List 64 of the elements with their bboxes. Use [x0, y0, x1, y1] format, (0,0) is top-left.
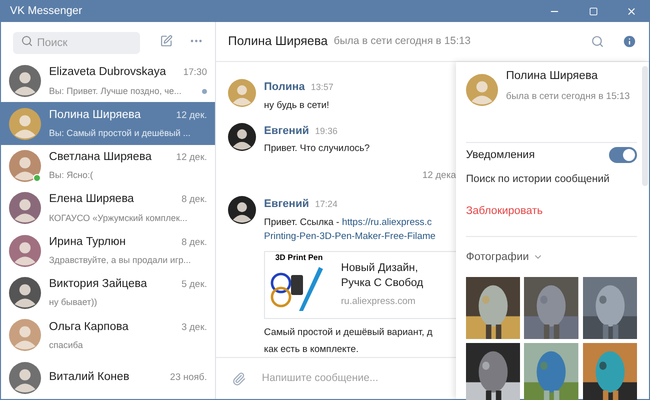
message-preview: Здравствуйте, а вы продали игр...	[49, 254, 191, 268]
contact-name: Виталий Конев	[49, 370, 130, 386]
profile-name: Полина Ширяева	[506, 69, 599, 84]
author-name[interactable]: Евгений	[264, 196, 309, 213]
scrollbar[interactable]	[642, 66, 648, 186]
dialog-time: 12 дек.	[176, 151, 207, 166]
chat-status: была в сети сегодня в 15:13	[334, 34, 472, 49]
author-name[interactable]: Евгений	[264, 122, 309, 139]
dialog-time: 23 нояб.	[170, 371, 207, 386]
setting-label: Уведомления	[466, 148, 535, 163]
window-title: VK Messenger	[10, 4, 84, 19]
dialog-time: 17:30	[183, 66, 207, 80]
message-preview: Вы: Самый простой и дешёвый ...	[49, 126, 190, 140]
contact-name: Светлана Ширяева	[49, 150, 152, 166]
attach-icon[interactable]	[232, 372, 246, 386]
dialog-time: 8 дек.	[181, 193, 207, 208]
message-text: Привет. Ссылка -	[264, 216, 340, 230]
info-icon[interactable]	[622, 34, 637, 49]
close-icon[interactable]	[626, 6, 637, 16]
maximize-icon[interactable]	[589, 6, 598, 16]
contact-name: Полина Ширяева	[49, 108, 141, 123]
message-text: как есть в комплекте.	[264, 342, 360, 357]
photos-label[interactable]: Фотографии	[466, 248, 529, 266]
contact-name: Виктория Зайцева	[49, 277, 148, 292]
image-caption: 3D Print Pen	[275, 252, 323, 263]
message-text: Привет. Что случилось?	[264, 142, 370, 156]
profile-status: была в сети сегодня в 15:13	[506, 90, 630, 104]
message-text: ну будь в сети!	[264, 98, 330, 112]
notifications-toggle[interactable]	[609, 147, 637, 164]
avatar	[466, 74, 498, 106]
message-preview: спасиба	[49, 338, 83, 352]
search-icon	[21, 35, 33, 47]
message-preview: Вы: Привет. Лучше поздно, че...	[49, 84, 182, 98]
search-icon[interactable]	[591, 35, 604, 48]
contact-name: Ольга Карпова	[49, 320, 129, 335]
chat-title: Полина Ширяева	[228, 33, 328, 50]
link-preview-card[interactable]: 3D Print Pen Новый Дизайн, Ручка С Свобод ru.aliexpress.com	[264, 250, 456, 319]
message-preview: КОГАУСО «Уржумский комплек...	[49, 212, 188, 225]
dialog-time: 12 дек.	[176, 108, 207, 123]
history-search-link[interactable]: Поиск по истории сообщений	[466, 164, 637, 196]
card-title: Ручка С Свобод	[341, 276, 424, 291]
date-separator: 12 дека	[422, 169, 456, 183]
message-preview: Вы: Ясно:(	[49, 169, 93, 182]
card-domain: ru.aliexpress.com	[341, 294, 416, 309]
contact-name: Elizaveta Dubrovskaya	[49, 65, 166, 80]
contact-name: Ирина Турлюн	[49, 234, 126, 250]
compose-icon[interactable]	[160, 34, 173, 48]
block-link[interactable]: Заблокировать	[466, 195, 637, 228]
card-title: Новый Дизайн,	[341, 260, 420, 276]
dialog-time: 5 дек.	[181, 278, 207, 292]
dialog-time: 8 дек.	[181, 236, 207, 250]
dialog-time: 3 дек.	[181, 320, 207, 335]
contact-name: Елена Ширяева	[49, 192, 134, 208]
dialog-item[interactable]: Полина Ширяева 12 дек. Вы: Самый простой и дешёвый ...	[1, 102, 215, 145]
search-field[interactable]: Поиск	[13, 32, 140, 54]
message-preview: ну бывает))	[49, 296, 98, 310]
author-name[interactable]: Полина	[264, 79, 305, 96]
message-time: 19:36	[314, 124, 338, 138]
message-input[interactable]: Напишите сообщение...	[262, 370, 440, 386]
message-time: 13:57	[310, 81, 334, 94]
message-link[interactable]: Printing-Pen-3D-Pen-Maker-Free-Filame	[264, 230, 456, 244]
message-text: Самый простой и дешёвый вариант, д	[264, 326, 434, 340]
message-time: 17:24	[314, 198, 338, 212]
message-link[interactable]: https://ru.aliexpress.c	[342, 216, 432, 230]
